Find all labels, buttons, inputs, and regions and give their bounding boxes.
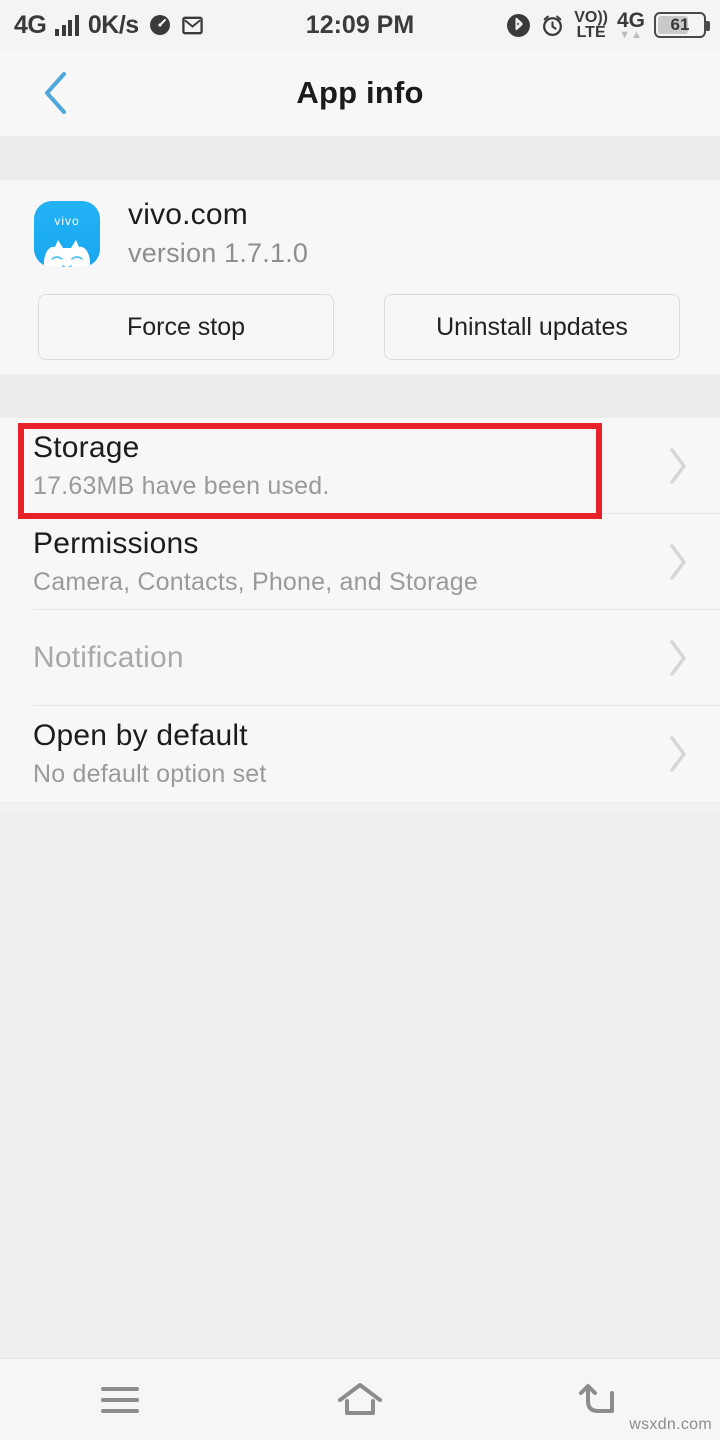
list-item-open-by-default[interactable]: Open by default No default option set (0, 706, 720, 802)
app-identity-row: vivo vivo.com version 1.7.1.0 (34, 198, 308, 269)
data-arrows-icon: ▼▲ (619, 28, 643, 41)
chevron-right-icon (666, 733, 690, 775)
list-item-permissions[interactable]: Permissions Camera, Contacts, Phone, and… (0, 514, 720, 610)
app-meta: vivo.com version 1.7.1.0 (128, 198, 308, 269)
volte-line2: LTE (576, 24, 606, 41)
menu-icon (101, 1386, 139, 1413)
status-bar: 4G 0K/s 12:09 PM VO)) LTE 4G ▼▲ 61 (0, 0, 720, 50)
app-icon-mascot (44, 239, 90, 267)
list-item-title: Permissions (33, 526, 199, 560)
status-bar-right: VO)) LTE 4G ▼▲ 61 (506, 0, 710, 50)
list-item-text: Permissions Camera, Contacts, Phone, and… (33, 514, 478, 610)
battery-icon: 61 (654, 12, 710, 38)
list-item-subtitle: Camera, Contacts, Phone, and Storage (33, 568, 478, 597)
app-settings-list: Storage 17.63MB have been used. Permissi… (0, 418, 720, 802)
home-icon (335, 1379, 385, 1421)
list-item-title: Notification (33, 640, 184, 674)
vivo-app-icon: vivo (34, 200, 100, 267)
list-item-notification[interactable]: Notification (0, 610, 720, 706)
page-title: App info (296, 75, 424, 110)
back-arrow-icon (576, 1379, 624, 1421)
app-summary-block: vivo vivo.com version 1.7.1.0 Force stop… (0, 180, 720, 374)
chevron-right-icon (666, 541, 690, 583)
list-item-text: Notification (33, 610, 184, 706)
alarm-icon (540, 13, 565, 38)
watermark-label: wsxdn.com (629, 1416, 712, 1433)
app-info-screen: 4G 0K/s 12:09 PM VO)) LTE 4G ▼▲ 61 App i… (0, 0, 720, 1440)
home-button[interactable] (240, 1359, 480, 1440)
data-rate-label: 0K/s (87, 10, 139, 39)
list-item-subtitle: 17.63MB have been used. (33, 472, 330, 501)
list-item-storage[interactable]: Storage 17.63MB have been used. (0, 418, 720, 514)
status-bar-left: 4G 0K/s (14, 10, 204, 39)
network-type-right-label: 4G (616, 8, 645, 32)
section-gap-top (0, 136, 720, 180)
app-icon-wordmark: vivo (54, 213, 80, 228)
battery-level-label: 61 (670, 15, 690, 34)
uninstall-updates-button[interactable]: Uninstall updates (384, 294, 680, 360)
mail-icon (181, 14, 204, 37)
app-name-label: vivo.com (128, 198, 248, 231)
system-navigation-bar: wsxdn.com (0, 1358, 720, 1440)
list-item-text: Storage 17.63MB have been used. (33, 418, 329, 514)
network-indicator-right: 4G ▼▲ (617, 10, 645, 41)
network-type-label: 4G (14, 10, 47, 39)
volte-line1: VO)) (574, 8, 608, 26)
speedometer-icon (148, 13, 172, 37)
volte-indicator: VO)) LTE (574, 8, 608, 41)
recents-button[interactable] (0, 1359, 240, 1440)
chevron-right-icon (666, 445, 690, 487)
empty-content-area (0, 810, 720, 1358)
app-header: App info (0, 50, 720, 136)
list-item-text: Open by default No default option set (33, 706, 267, 802)
list-item-title: Open by default (33, 718, 248, 752)
list-item-title: Storage (33, 430, 140, 464)
bluetooth-icon (506, 13, 531, 38)
signal-bars-icon (55, 14, 79, 36)
chevron-left-icon (39, 68, 73, 118)
force-stop-button[interactable]: Force stop (38, 294, 334, 360)
section-gap-middle (0, 374, 720, 418)
clock-label: 12:09 PM (305, 10, 415, 39)
back-button[interactable] (22, 50, 90, 136)
chevron-right-icon (666, 637, 690, 679)
list-item-subtitle: No default option set (33, 760, 267, 789)
app-version-label: version 1.7.1.0 (128, 238, 309, 268)
